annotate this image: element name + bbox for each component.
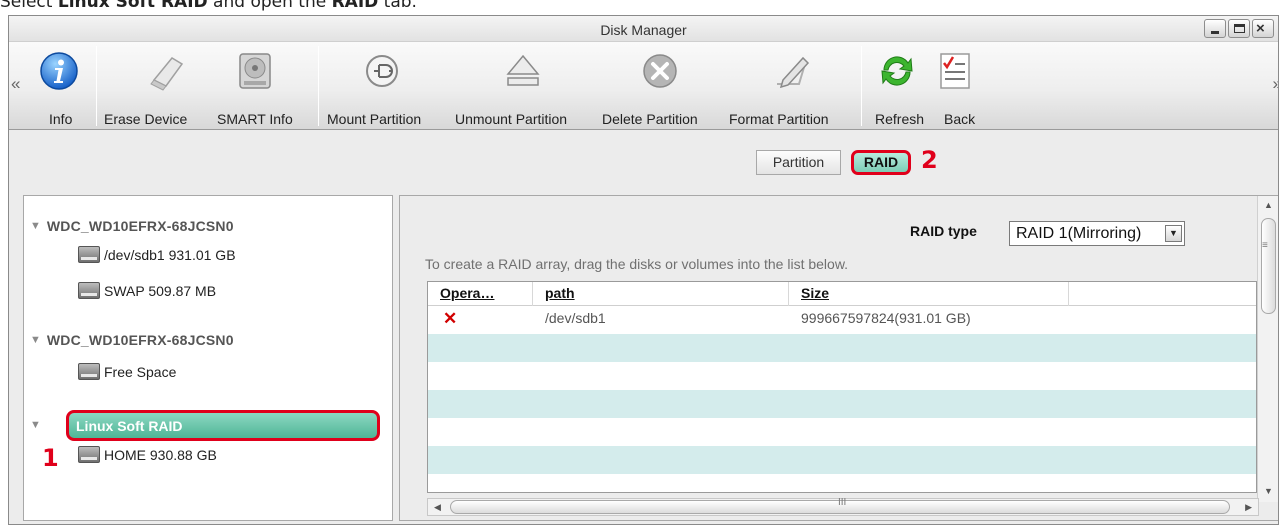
table-row	[428, 390, 1256, 418]
window-controls: ×	[1204, 19, 1274, 38]
device-tree: ▼ WDC_WD10EFRX-68JCSN0 /dev/sdb1 931.01 …	[23, 195, 393, 521]
erase-device-button-label[interactable]: Erase Device	[104, 111, 187, 127]
scroll-grip-icon: III	[838, 497, 847, 508]
toolbar-separator	[861, 46, 862, 126]
horizontal-scrollbar[interactable]: ◀ III ▶	[427, 497, 1259, 516]
table-row	[428, 334, 1256, 362]
table-row	[428, 446, 1256, 474]
content-area: Partition RAID 2 ▼ WDC_WD10EFRX-68JCSN0 …	[9, 131, 1278, 524]
disk-icon	[78, 446, 100, 463]
toolbar-separator	[96, 46, 97, 126]
disk-icon	[78, 282, 100, 299]
scroll-right-icon[interactable]: ▶	[1245, 502, 1252, 513]
vertical-scroll-thumb[interactable]	[1261, 218, 1276, 314]
table-row	[428, 418, 1256, 446]
format-partition-button-label[interactable]: Format Partition	[729, 111, 829, 127]
disk-manager-window: Disk Manager × « Info Erase Device SMART…	[8, 15, 1279, 525]
disk-icon	[78, 363, 100, 380]
toolbar-separator	[318, 46, 319, 126]
back-button-label[interactable]: Back	[944, 111, 975, 127]
unmount-partition-button-label[interactable]: Unmount Partition	[455, 111, 567, 127]
remove-icon[interactable]: ✕	[443, 309, 457, 329]
mount-partition-button-label[interactable]: Mount Partition	[327, 111, 421, 127]
tree-volume-home[interactable]: HOME 930.88 GB	[78, 446, 217, 463]
maximize-icon	[1234, 24, 1245, 33]
caption-tab: RAID	[331, 0, 379, 12]
marker-two: 2	[921, 146, 938, 174]
tree-partition-swap[interactable]: SWAP 509.87 MB	[78, 282, 216, 299]
tree-partition-sdb1[interactable]: /dev/sdb1 931.01 GB	[78, 246, 236, 263]
info-icon[interactable]	[38, 50, 80, 92]
drag-hint: To create a RAID array, drag the disks o…	[425, 256, 849, 272]
column-operation[interactable]: Opera…	[428, 282, 533, 306]
delete-partition-button-label[interactable]: Delete Partition	[602, 111, 698, 127]
column-size[interactable]: Size	[789, 282, 1069, 306]
toolbar: « Info Erase Device SMART Info Mount Par…	[9, 42, 1278, 130]
raid-panel: RAID type RAID 1(Mirroring) ▼ To create …	[399, 195, 1278, 521]
table-row[interactable]: ✕ /dev/sdb1 999667597824(931.01 GB)	[428, 306, 1256, 334]
table-row	[428, 474, 1256, 492]
scroll-grip-icon: ≡	[1262, 240, 1268, 251]
tree-disk-2[interactable]: ▼ WDC_WD10EFRX-68JCSN0	[30, 332, 234, 348]
vertical-scrollbar[interactable]: ▲ ≡ ▼	[1257, 196, 1278, 502]
title-bar: Disk Manager ×	[9, 16, 1278, 42]
tree-free-space[interactable]: Free Space	[78, 363, 176, 380]
caption-item: Linux Soft RAID	[57, 0, 208, 12]
tab-partition[interactable]: Partition	[756, 150, 841, 175]
tab-raid[interactable]: RAID	[851, 150, 911, 175]
delete-icon[interactable]	[639, 50, 681, 92]
column-path[interactable]: path	[533, 282, 789, 306]
tree-disk-1[interactable]: ▼ WDC_WD10EFRX-68JCSN0	[30, 218, 234, 234]
eject-icon[interactable]	[502, 50, 544, 92]
smart-info-button-label[interactable]: SMART Info	[217, 111, 293, 127]
expand-triangle-icon[interactable]: ▼	[30, 419, 41, 431]
tree-linux-soft-raid[interactable]: Linux Soft RAID	[66, 410, 380, 441]
chevron-down-icon[interactable]: ▼	[1165, 225, 1182, 242]
checklist-icon[interactable]	[933, 50, 975, 92]
minimize-button[interactable]	[1204, 19, 1226, 38]
minimize-icon	[1211, 31, 1219, 34]
table-row	[428, 362, 1256, 390]
info-button-label[interactable]: Info	[49, 111, 72, 127]
scroll-up-icon[interactable]: ▲	[1264, 200, 1273, 210]
hard-drive-icon[interactable]	[234, 50, 276, 92]
refresh-icon[interactable]	[876, 50, 918, 92]
disk-icon	[78, 246, 100, 263]
eraser-icon[interactable]	[146, 50, 188, 92]
pencil-icon[interactable]	[771, 50, 813, 92]
close-button[interactable]: ×	[1252, 19, 1274, 38]
expand-triangle-icon[interactable]: ▼	[30, 220, 41, 232]
scroll-left-icon[interactable]: ◀	[434, 502, 441, 513]
raid-type-label: RAID type	[910, 223, 977, 239]
maximize-button[interactable]	[1228, 19, 1250, 38]
refresh-button-label[interactable]: Refresh	[875, 111, 924, 127]
scroll-down-icon[interactable]: ▼	[1264, 486, 1273, 496]
window-title: Disk Manager	[600, 22, 687, 38]
instruction-caption: Select Linux Soft RAID and open the RAID…	[0, 0, 417, 12]
raid-type-select[interactable]: RAID 1(Mirroring) ▼	[1009, 221, 1185, 246]
plug-icon[interactable]	[361, 50, 403, 92]
raid-member-table: Opera… path Size ✕ /dev/sdb1 99966759782…	[427, 281, 1257, 493]
table-header: Opera… path Size	[428, 282, 1256, 306]
marker-one: 1	[42, 444, 59, 472]
scroll-right-icon[interactable]: »	[1273, 74, 1278, 94]
expand-triangle-icon[interactable]: ▼	[30, 334, 41, 346]
close-icon: ×	[1256, 20, 1265, 37]
scroll-left-icon[interactable]: «	[11, 74, 20, 94]
